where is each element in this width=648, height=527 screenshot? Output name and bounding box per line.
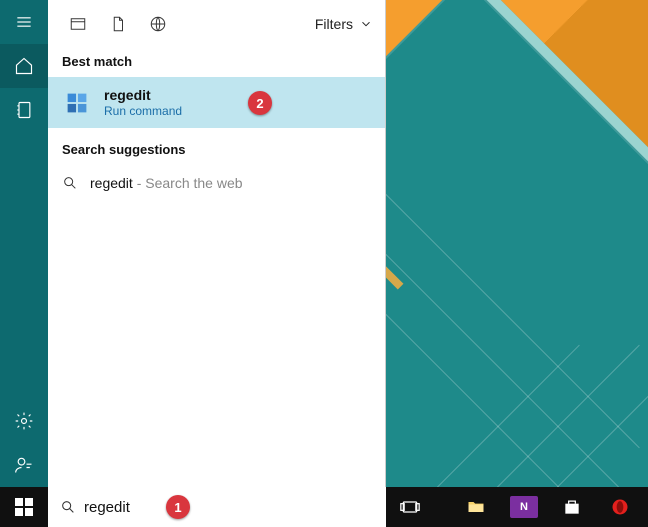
filters-button[interactable]: Filters (315, 16, 373, 32)
best-match-result[interactable]: regedit Run command 2 (48, 77, 385, 128)
onenote-icon: N (510, 496, 538, 518)
search-panel: Filters Best match regedit Run command 2… (48, 0, 386, 487)
best-match-subtitle: Run command (104, 104, 182, 118)
web-suggestion[interactable]: regedit - Search the web (48, 165, 385, 201)
taskbar: 1 N (0, 487, 648, 527)
rail-notebook-button[interactable] (0, 88, 48, 132)
taskbar-pinned-apps: N (452, 487, 648, 527)
home-icon (14, 56, 34, 76)
search-icon (60, 499, 76, 515)
suggestions-header: Search suggestions (48, 136, 385, 165)
chevron-down-icon (359, 17, 373, 31)
globe-icon (149, 15, 167, 33)
annotation-badge-1: 1 (166, 495, 190, 519)
feedback-icon (14, 455, 34, 475)
gear-icon (14, 411, 34, 431)
folder-icon (466, 497, 486, 517)
best-match-header: Best match (48, 48, 385, 77)
task-view-icon (400, 497, 420, 517)
regedit-icon (62, 88, 92, 118)
search-panel-toolbar: Filters (48, 0, 385, 48)
suggestion-hint: - Search the web (133, 175, 243, 191)
taskbar-app-opera[interactable] (596, 487, 644, 527)
suggestion-term: regedit (90, 175, 133, 191)
taskbar-app-explorer[interactable] (452, 487, 500, 527)
taskbar-center (386, 487, 452, 527)
best-match-title: regedit (104, 87, 182, 104)
scope-documents-button[interactable] (100, 6, 136, 42)
windows-logo-icon (15, 498, 33, 516)
taskbar-app-onenote[interactable]: N (500, 487, 548, 527)
rail-home-button[interactable] (0, 44, 48, 88)
store-icon (562, 497, 582, 517)
notebook-icon (14, 100, 34, 120)
rail-settings-button[interactable] (0, 399, 48, 443)
cortana-sidebar (0, 0, 48, 487)
rail-menu-button[interactable] (0, 0, 48, 44)
filters-label: Filters (315, 16, 353, 32)
document-icon (109, 15, 127, 33)
scope-apps-button[interactable] (60, 6, 96, 42)
window-icon (69, 15, 87, 33)
opera-icon (610, 497, 630, 517)
hamburger-icon (14, 12, 34, 32)
start-button[interactable] (0, 487, 48, 527)
task-view-button[interactable] (386, 487, 434, 527)
rail-feedback-button[interactable] (0, 443, 48, 487)
scope-web-button[interactable] (140, 6, 176, 42)
search-input[interactable] (84, 499, 374, 516)
taskbar-search[interactable]: 1 (48, 487, 386, 527)
annotation-badge-2: 2 (248, 91, 272, 115)
taskbar-app-store[interactable] (548, 487, 596, 527)
search-icon (62, 175, 78, 191)
